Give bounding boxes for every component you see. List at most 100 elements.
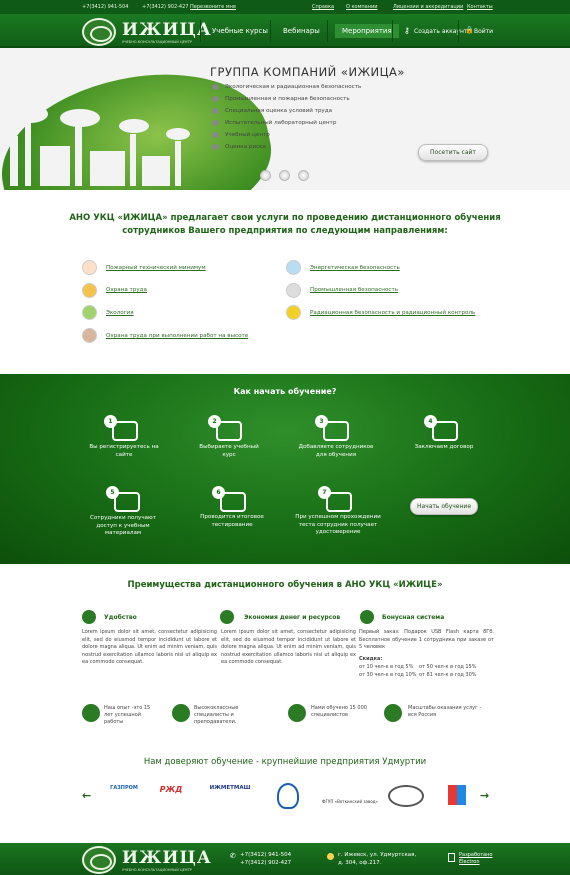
discount-label: Скидка: [359,656,383,662]
advantage-text: Lorem ipsum dolor sit amet, consectetur … [82,629,217,666]
advantage-text: Lorem ipsum dolor sit amet, consectetur … [221,629,356,666]
helmet-icon [82,283,97,298]
step-number: 6 [212,486,225,499]
top-bar: +7(3412) 941-504 +7(3412) 902-427 Перезв… [0,0,570,14]
arrow-right-icon[interactable]: → [480,789,489,802]
hero-list-item: Учебный центр [212,132,361,144]
discount-item: от 30 чел-к в год 10% [359,672,417,678]
partner-logo-emblem[interactable] [277,783,299,809]
hero-list-item: Оценка риска [212,144,361,156]
partner-logo-wings[interactable] [388,785,424,807]
arrow-left-icon[interactable]: ← [82,789,91,802]
hand-icon [82,610,96,624]
create-account-link[interactable]: Создать аккаунт [414,28,467,35]
location-icon [327,853,334,860]
advantages-title: Преимущества дистанционного обучения в А… [127,580,443,590]
direction-link[interactable]: Экология [106,310,134,316]
nav-divider [327,20,328,42]
hero-list-item: Экологическая и радиационная безопасност… [212,84,361,96]
step-text: Заключаем договор [414,444,474,450]
footer-phone-1[interactable]: +7(3412) 941-504 [240,851,291,859]
feature-text: Наш опыт -это 15 лет успешной работы [104,705,151,725]
main-nav: ИЖИЦА УЧЕБНО-КОНСУЛЬТАЦИОННЫЙ ЦЕНТР Учеб… [0,14,570,48]
direction-link[interactable]: Охрана труда [106,287,147,293]
directions-heading: АНО УКЦ «ИЖИЦА» предлагает свои услуги п… [69,213,501,236]
licenses-link[interactable]: Лицензии и аккредитации [393,4,463,10]
advantage-title: Удобство [104,614,137,621]
leaf-icon [82,305,97,320]
direction-link[interactable]: Охрана труда при выполнении работ на выс… [106,333,248,339]
step-number: 2 [208,415,221,428]
visit-site-button[interactable]: Посетить сайт [418,144,488,161]
developer-icon [448,853,455,862]
footer-phone-2[interactable]: +7(3412) 902-427 [240,859,291,867]
nav-divider [200,20,201,42]
city-silhouette-image [10,105,190,186]
discount-item: от 50 чел-к в год 15% [419,664,477,670]
nav-item-webinars[interactable]: Вебинары [283,27,320,35]
about-link[interactable]: О компании [346,4,377,10]
lock-icon: 🔒 [465,26,474,34]
direction-link[interactable]: Пожарный технический минимум [106,265,206,271]
callback-link[interactable]: Перезвоните мне [190,4,236,10]
logo-subtitle: УЧЕБНО-КОНСУЛЬТАЦИОННЫЙ ЦЕНТР [122,40,192,44]
step-number: 4 [424,415,437,428]
phone-link-2[interactable]: +7(3412) 902-427 [142,4,188,10]
developer-name[interactable]: Electron [459,858,480,866]
direction-link[interactable]: Радиационная безопасность и радиационный… [310,310,475,316]
energy-icon [286,260,301,275]
step-text: Проводится итоговое тестирование [200,514,264,528]
direction-link[interactable]: Промышленная безопасность [310,287,398,293]
help-link[interactable]: Справка [312,4,334,10]
slider-dot[interactable] [279,170,290,181]
feature-text: Масштабы оказания услуг - вся Россия [408,705,482,718]
gift-icon [360,610,374,624]
logo[interactable]: ИЖИЦА УЧЕБНО-КОНСУЛЬТАЦИОННЫЙ ЦЕНТР [82,18,211,46]
steps-section: Как начать обучение? 1 Вы регистрируетес… [0,374,570,564]
contacts-link[interactable]: Контакты [467,4,493,10]
step-number: 1 [104,415,117,428]
nav-item-events[interactable]: Мероприятия [335,24,399,38]
gear-icon [286,283,301,298]
step-text: При успешном прохождении теста сотрудник… [295,514,381,535]
thumbs-up-icon [82,704,100,722]
slider-dot[interactable] [260,170,271,181]
phone-icon: ✆ [230,852,236,860]
footer-logo[interactable]: ИЖИЦА УЧЕБНО-КОНСУЛЬТАЦИОННЫЙ ЦЕНТР [82,846,211,874]
discount-item: от 10 чел-к в год 5% [359,664,414,670]
nav-divider [270,20,271,42]
russia-map-icon [384,704,402,722]
footer-address: д. 304, оф.217. [338,860,382,866]
logo-emblem [82,846,116,874]
hero-list-item: Специальная оценка условий труда [212,108,361,120]
start-learning-button[interactable]: Начать обучение [410,498,478,515]
fire-icon [82,260,97,275]
steps-title: Как начать обучение? [233,387,337,396]
step-text: Добавляете сотрудников для обучения [298,444,374,458]
discount-item: от 81 чел-к в год 30% [419,672,477,678]
logo-name: ИЖИЦА [122,848,212,868]
phone-link-1[interactable]: +7(3412) 941-504 [82,4,128,10]
teacher-icon [172,704,190,722]
partner-logo-gazprom[interactable]: ГАЗПРОМ [104,785,144,807]
step-text: Вы регистрируетесь на сайте [89,444,159,458]
graduate-icon [288,704,306,722]
slider-dot-active[interactable] [298,170,309,181]
partner-logo-colored[interactable] [448,785,466,805]
hero-slider: ГРУППА КОМПАНИЙ «ИЖИЦА» Экологическая и … [0,48,570,190]
partner-logo-votkinsk[interactable]: ФГУП «Воткинский завод» [322,785,378,807]
direction-link[interactable]: Энергетическая безопасность [310,265,400,271]
advantage-title: Экономия денег и ресурсов [244,614,341,621]
advantage-title: Бонусная система [382,614,445,621]
partner-logo-izhmetmash[interactable]: ИЖМЕТМАШ [202,785,258,807]
feature-text: Нами обучено 15 000 специалистов [311,705,367,718]
login-link[interactable]: Войти [474,28,493,35]
hero-list-item: Испытательный лабораторный центр [212,120,361,132]
key-icon: ⚷ [404,26,410,35]
step-number: 5 [106,486,119,499]
step-number: 3 [315,415,328,428]
partners-title: Нам доверяют обучение - крупнейшие предп… [143,757,427,767]
partner-logo-rzd[interactable]: РЖД [153,785,189,807]
nav-item-courses[interactable]: Учебные курсы [212,27,268,35]
step-number: 7 [318,486,331,499]
